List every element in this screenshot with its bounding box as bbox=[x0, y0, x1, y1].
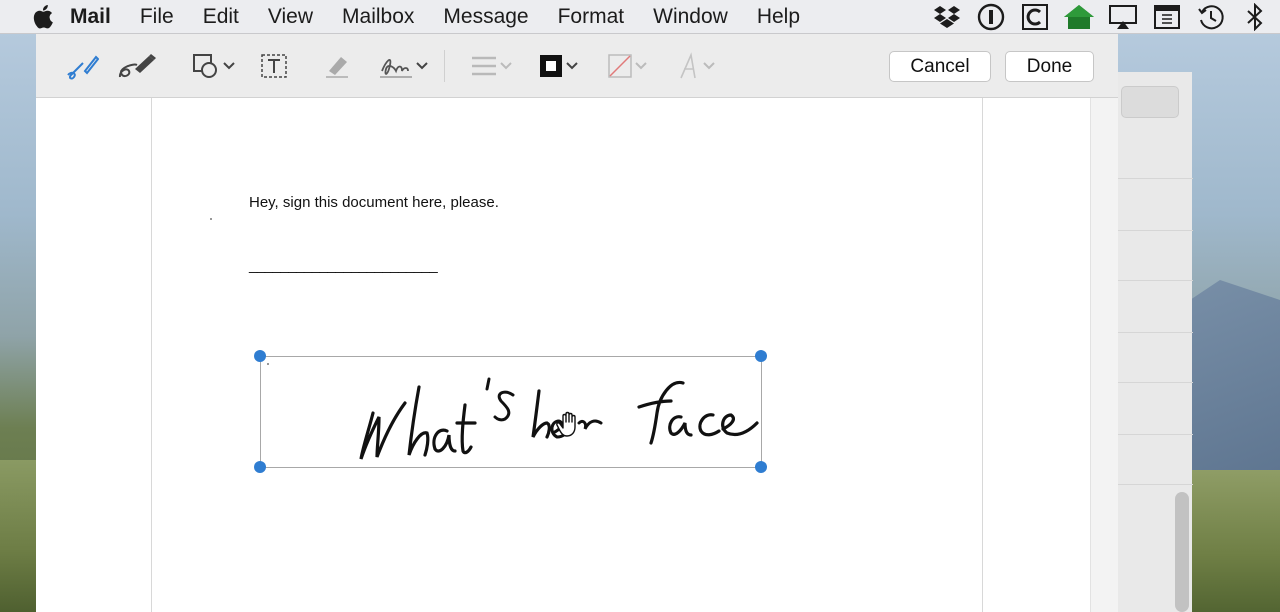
menu-bar: Mail File Edit View Mailbox Message Form… bbox=[0, 0, 1280, 34]
dropbox-icon[interactable] bbox=[930, 3, 964, 31]
clipboard-c-icon[interactable] bbox=[1018, 3, 1052, 31]
background-window-row bbox=[1109, 178, 1193, 179]
menu-app-mail[interactable]: Mail bbox=[70, 5, 111, 29]
background-window-row bbox=[1109, 280, 1193, 281]
chevron-down-icon bbox=[635, 62, 647, 70]
airplay-icon[interactable] bbox=[1106, 3, 1140, 31]
document-page[interactable]: Hey, sign this document here, please. __… bbox=[151, 98, 983, 612]
background-window bbox=[1108, 72, 1193, 612]
background-window-button bbox=[1121, 86, 1179, 118]
toolbar-separator bbox=[444, 50, 445, 82]
menu-help[interactable]: Help bbox=[757, 5, 800, 29]
page-dot bbox=[210, 218, 212, 220]
chevron-down-icon bbox=[416, 62, 428, 70]
chevron-down-icon bbox=[703, 62, 715, 70]
menu-edit[interactable]: Edit bbox=[203, 5, 239, 29]
background-window-row bbox=[1109, 382, 1193, 383]
text-style-tool-icon[interactable] bbox=[671, 48, 721, 84]
markup-window: Cancel Done Hey, sign this document here… bbox=[36, 34, 1118, 612]
1password-icon[interactable] bbox=[974, 3, 1008, 31]
highlight-tool-icon[interactable] bbox=[319, 48, 355, 84]
resize-handle-top-right[interactable] bbox=[755, 350, 767, 362]
bluetooth-icon[interactable] bbox=[1238, 3, 1272, 31]
markup-toolbar: Cancel Done bbox=[36, 34, 1118, 98]
background-window-row bbox=[1109, 484, 1193, 485]
text-tool-icon[interactable] bbox=[256, 48, 292, 84]
field-decoration-left bbox=[0, 460, 40, 612]
time-machine-icon[interactable] bbox=[1194, 3, 1228, 31]
background-window-row bbox=[1109, 434, 1193, 435]
hand-cursor-icon bbox=[556, 411, 576, 437]
document-body-text: Hey, sign this document here, please. bbox=[249, 194, 499, 211]
fill-color-tool-icon[interactable] bbox=[601, 48, 653, 84]
done-button[interactable]: Done bbox=[1005, 51, 1094, 82]
menu-mailbox[interactable]: Mailbox bbox=[342, 5, 414, 29]
signature-annotation[interactable] bbox=[254, 350, 767, 473]
chevron-down-icon bbox=[500, 62, 512, 70]
sign-tool-icon[interactable] bbox=[374, 48, 432, 84]
keyboard-icon[interactable] bbox=[1150, 3, 1184, 31]
apple-icon[interactable] bbox=[28, 4, 58, 30]
viewer-right-margin bbox=[1090, 98, 1118, 612]
signature-drawing bbox=[359, 377, 759, 460]
menu-format[interactable]: Format bbox=[558, 5, 625, 29]
resize-handle-bottom-left[interactable] bbox=[254, 461, 266, 473]
resize-handle-top-left[interactable] bbox=[254, 350, 266, 362]
chevron-down-icon bbox=[566, 62, 578, 70]
viewer-margin bbox=[36, 98, 151, 612]
menu-view[interactable]: View bbox=[268, 5, 313, 29]
border-color-tool-icon[interactable] bbox=[532, 48, 584, 84]
menu-window[interactable]: Window bbox=[653, 5, 728, 29]
background-window-row bbox=[1109, 332, 1193, 333]
menu-message[interactable]: Message bbox=[443, 5, 528, 29]
document-viewer: Hey, sign this document here, please. __… bbox=[36, 98, 1118, 612]
home-icon[interactable] bbox=[1062, 3, 1096, 31]
signature-line: ________________________ bbox=[249, 257, 438, 274]
background-window-scrollbar bbox=[1175, 492, 1189, 612]
cancel-button[interactable]: Cancel bbox=[889, 51, 991, 82]
field-decoration-right bbox=[1190, 470, 1280, 612]
chevron-down-icon bbox=[223, 62, 235, 70]
resize-handle-bottom-right[interactable] bbox=[755, 461, 767, 473]
menu-file[interactable]: File bbox=[140, 5, 174, 29]
draw-tool-icon[interactable] bbox=[116, 48, 158, 84]
line-style-tool-icon[interactable] bbox=[464, 48, 518, 84]
background-window-row bbox=[1109, 230, 1193, 231]
sketch-tool-icon[interactable] bbox=[64, 48, 100, 84]
shapes-tool-icon[interactable] bbox=[186, 48, 240, 84]
status-menu-area bbox=[930, 0, 1280, 34]
